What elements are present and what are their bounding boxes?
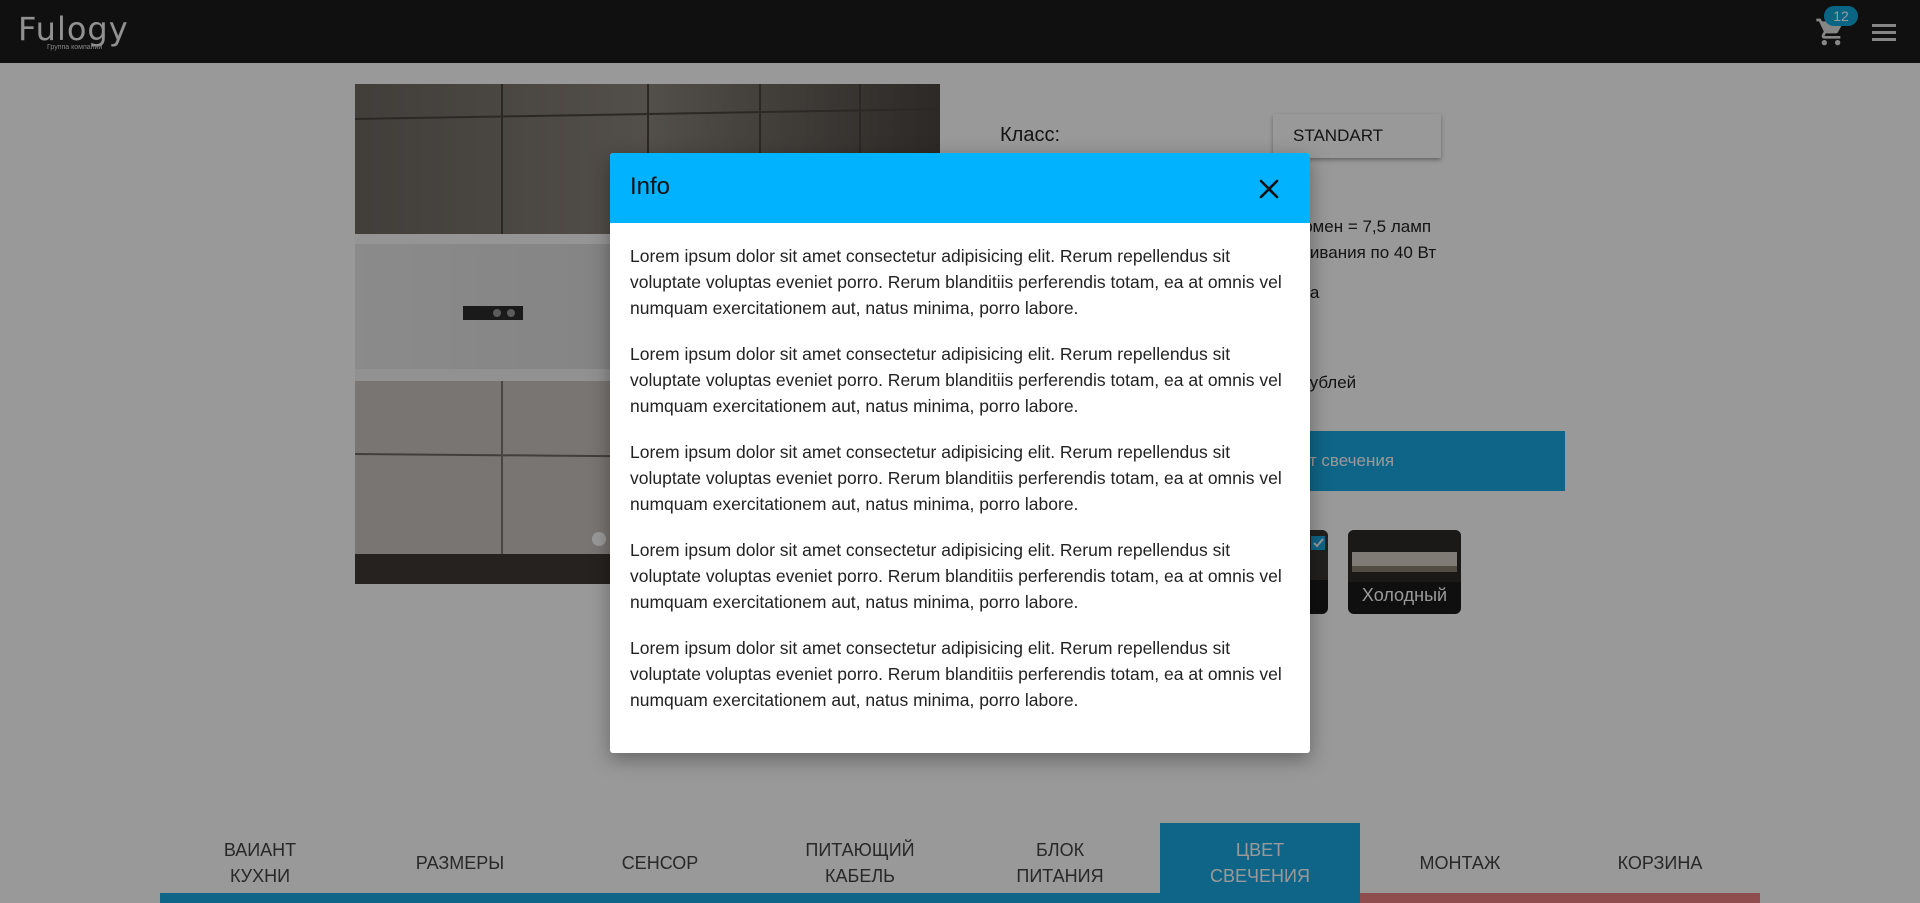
- modal-paragraph: Lorem ipsum dolor sit amet consectetur a…: [630, 540, 1282, 612]
- close-icon[interactable]: [1256, 176, 1282, 202]
- modal-paragraph: Lorem ipsum dolor sit amet consectetur a…: [630, 638, 1282, 710]
- modal-paragraph: Lorem ipsum dolor sit amet consectetur a…: [630, 442, 1282, 514]
- modal-paragraph: Lorem ipsum dolor sit amet consectetur a…: [630, 246, 1282, 318]
- info-modal: Info Lorem ipsum dolor sit amet consecte…: [610, 153, 1310, 753]
- modal-title: Info: [630, 173, 671, 200]
- modal-header: Info: [610, 153, 1310, 223]
- modal-body: Lorem ipsum dolor sit amet consectetur a…: [630, 243, 1295, 733]
- modal-paragraph: Lorem ipsum dolor sit amet consectetur a…: [630, 344, 1282, 416]
